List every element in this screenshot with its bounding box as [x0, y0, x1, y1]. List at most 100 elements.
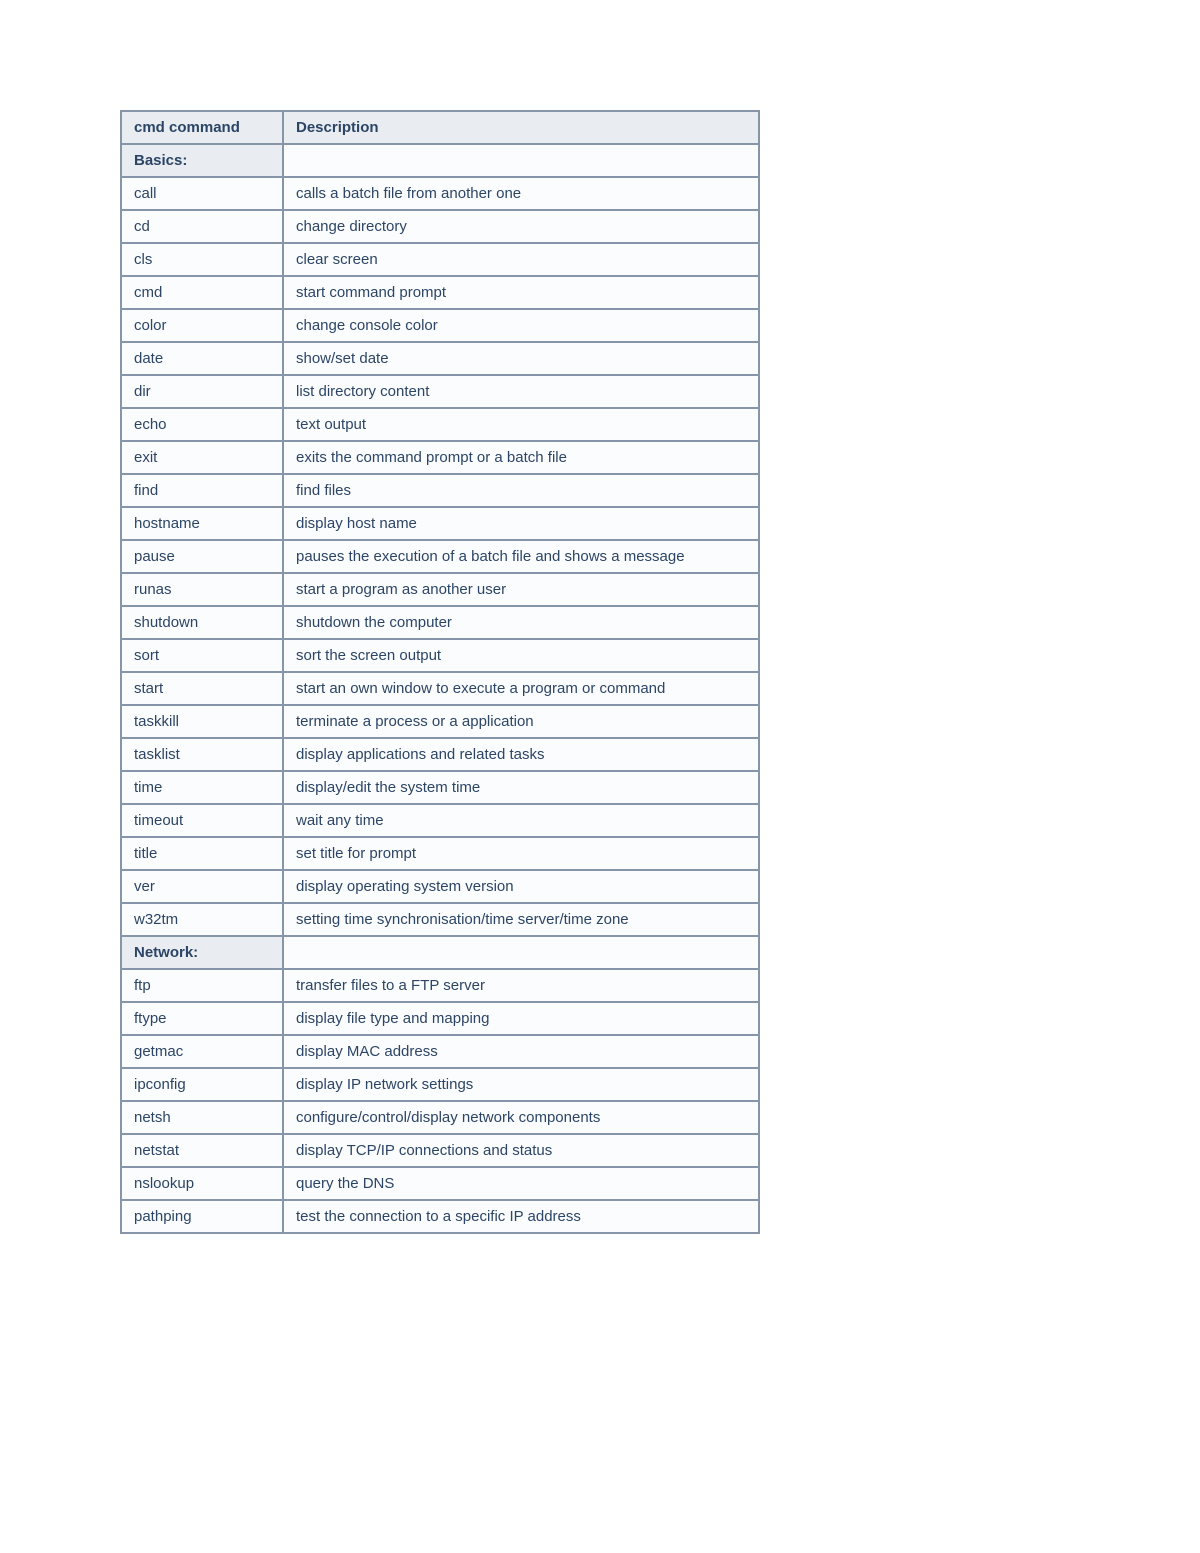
cmd-description: transfer files to a FTP server — [282, 968, 758, 1001]
table-row: pathpingtest the connection to a specifi… — [122, 1199, 758, 1232]
cmd-name: sort — [122, 638, 282, 671]
cmd-description: show/set date — [282, 341, 758, 374]
cmd-name: ftype — [122, 1001, 282, 1034]
table-row: callcalls a batch file from another one — [122, 176, 758, 209]
cmd-name: dir — [122, 374, 282, 407]
cmd-name: w32tm — [122, 902, 282, 935]
section-empty — [282, 143, 758, 176]
cmd-description: display TCP/IP connections and status — [282, 1133, 758, 1166]
table-row: echotext output — [122, 407, 758, 440]
table-row: getmacdisplay MAC address — [122, 1034, 758, 1067]
table-row: dirlist directory content — [122, 374, 758, 407]
cmd-description: start a program as another user — [282, 572, 758, 605]
cmd-name: date — [122, 341, 282, 374]
cmd-name: find — [122, 473, 282, 506]
table-row: verdisplay operating system version — [122, 869, 758, 902]
cmd-description: shutdown the computer — [282, 605, 758, 638]
cmd-name: timeout — [122, 803, 282, 836]
table-row: nslookupquery the DNS — [122, 1166, 758, 1199]
table-row: sortsort the screen output — [122, 638, 758, 671]
cmd-name: pause — [122, 539, 282, 572]
cmd-name: start — [122, 671, 282, 704]
cmd-description: display MAC address — [282, 1034, 758, 1067]
cmd-description: change console color — [282, 308, 758, 341]
table-row: colorchange console color — [122, 308, 758, 341]
table-row: w32tmsetting time synchronisation/time s… — [122, 902, 758, 935]
cmd-description: display operating system version — [282, 869, 758, 902]
cmd-description: list directory content — [282, 374, 758, 407]
table-row: ftptransfer files to a FTP server — [122, 968, 758, 1001]
cmd-description: sort the screen output — [282, 638, 758, 671]
cmd-reference-table: cmd command Description Basics: callcall… — [120, 110, 760, 1234]
table-body: cmd command Description Basics: callcall… — [122, 112, 758, 1232]
document-page: cmd command Description Basics: callcall… — [0, 0, 1200, 1234]
cmd-name: cmd — [122, 275, 282, 308]
cmd-name: hostname — [122, 506, 282, 539]
cmd-description: start command prompt — [282, 275, 758, 308]
cmd-name: call — [122, 176, 282, 209]
header-cmd: cmd command — [122, 112, 282, 143]
section-empty — [282, 935, 758, 968]
cmd-name: runas — [122, 572, 282, 605]
table-row: ftypedisplay file type and mapping — [122, 1001, 758, 1034]
table-row: timeoutwait any time — [122, 803, 758, 836]
section-label: Network: — [122, 935, 282, 968]
cmd-description: clear screen — [282, 242, 758, 275]
cmd-name: netstat — [122, 1133, 282, 1166]
table-row: cdchange directory — [122, 209, 758, 242]
table-row: netstatdisplay TCP/IP connections and st… — [122, 1133, 758, 1166]
cmd-name: shutdown — [122, 605, 282, 638]
cmd-description: set title for prompt — [282, 836, 758, 869]
table-row: findfind files — [122, 473, 758, 506]
section-label: Basics: — [122, 143, 282, 176]
table-row: tasklistdisplay applications and related… — [122, 737, 758, 770]
cmd-description: find files — [282, 473, 758, 506]
cmd-description: query the DNS — [282, 1166, 758, 1199]
cmd-name: ipconfig — [122, 1067, 282, 1100]
table-row: netshconfigure/control/display network c… — [122, 1100, 758, 1133]
cmd-name: time — [122, 770, 282, 803]
cmd-description: wait any time — [282, 803, 758, 836]
table-row: ipconfigdisplay IP network settings — [122, 1067, 758, 1100]
cmd-name: pathping — [122, 1199, 282, 1232]
cmd-name: getmac — [122, 1034, 282, 1067]
table-row: taskkillterminate a process or a applica… — [122, 704, 758, 737]
cmd-name: ftp — [122, 968, 282, 1001]
cmd-description: start an own window to execute a program… — [282, 671, 758, 704]
table-row: Network: — [122, 935, 758, 968]
cmd-description: exits the command prompt or a batch file — [282, 440, 758, 473]
table-row: Basics: — [122, 143, 758, 176]
table-row: timedisplay/edit the system time — [122, 770, 758, 803]
table-row: cmdstart command prompt — [122, 275, 758, 308]
cmd-name: nslookup — [122, 1166, 282, 1199]
cmd-name: exit — [122, 440, 282, 473]
cmd-description: setting time synchronisation/time server… — [282, 902, 758, 935]
cmd-description: terminate a process or a application — [282, 704, 758, 737]
cmd-description: display file type and mapping — [282, 1001, 758, 1034]
table-row: dateshow/set date — [122, 341, 758, 374]
table-row: startstart an own window to execute a pr… — [122, 671, 758, 704]
table-row: hostnamedisplay host name — [122, 506, 758, 539]
cmd-name: netsh — [122, 1100, 282, 1133]
cmd-name: cls — [122, 242, 282, 275]
table-row: exitexits the command prompt or a batch … — [122, 440, 758, 473]
cmd-description: configure/control/display network compon… — [282, 1100, 758, 1133]
cmd-description: display host name — [282, 506, 758, 539]
cmd-description: display IP network settings — [282, 1067, 758, 1100]
cmd-description: test the connection to a specific IP add… — [282, 1199, 758, 1232]
cmd-description: change directory — [282, 209, 758, 242]
cmd-name: cd — [122, 209, 282, 242]
cmd-name: color — [122, 308, 282, 341]
cmd-description: text output — [282, 407, 758, 440]
cmd-name: ver — [122, 869, 282, 902]
cmd-name: taskkill — [122, 704, 282, 737]
cmd-description: calls a batch file from another one — [282, 176, 758, 209]
cmd-description: pauses the execution of a batch file and… — [282, 539, 758, 572]
cmd-description: display/edit the system time — [282, 770, 758, 803]
table-row: clsclear screen — [122, 242, 758, 275]
cmd-name: tasklist — [122, 737, 282, 770]
cmd-name: title — [122, 836, 282, 869]
table-row: shutdownshutdown the computer — [122, 605, 758, 638]
table-row: titleset title for prompt — [122, 836, 758, 869]
table-row: runasstart a program as another user — [122, 572, 758, 605]
